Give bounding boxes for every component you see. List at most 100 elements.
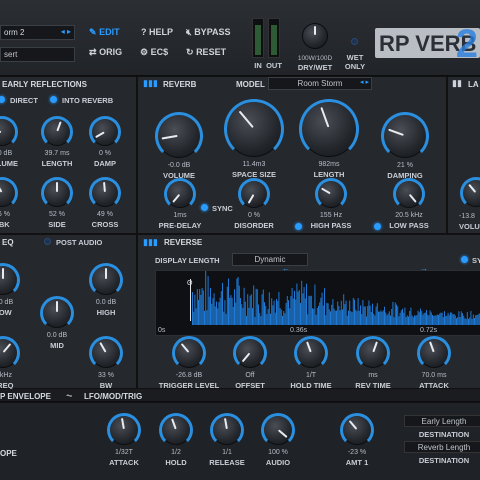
waveform-bar [192,292,193,325]
reset-button[interactable]: ↻ RESET [186,47,226,58]
drywet-label: DRY/WET [297,63,333,72]
eq-mid-knob[interactable] [40,296,74,330]
rev-time-value: ms [368,372,378,379]
waveform-bar [272,305,274,325]
late-panel [447,76,480,234]
waveform-bar [258,304,259,325]
waveform-bar [312,308,313,325]
waveform-bar [262,289,264,325]
rv-predelay-knob[interactable] [164,178,196,210]
wet-only-toggle[interactable] [351,38,358,45]
waveform-bar [271,298,273,325]
waveform-bar [448,315,450,325]
help-button[interactable]: ? HELP [141,27,173,37]
waveform-bar [423,313,425,325]
rv-damping-knob[interactable] [381,112,429,160]
post-audio-toggle[interactable] [44,238,51,245]
waveform-bar [462,313,463,325]
ecs-button[interactable]: ⚙ EC$ [140,47,168,58]
waveform-bar [452,314,454,325]
tab-envelope[interactable]: P ENVELOPE [0,392,51,401]
waveform-bar [422,314,424,325]
trigger-marker-handle-icon[interactable]: ʘ [187,280,192,287]
rv-disorder-knob[interactable] [238,178,270,210]
sync-toggle[interactable] [201,204,208,211]
rv-highpass-knob[interactable] [315,178,347,210]
destination-1[interactable]: Early Length DESTINATION [404,415,480,441]
rev-attack-knob[interactable] [417,336,451,370]
waveform-bar [453,314,455,325]
waveform-bar [430,312,432,325]
waveform-bar [210,288,211,325]
rev-offset-knob[interactable] [233,336,267,370]
model-selector[interactable]: Room Storm ◂ ▸ [268,77,372,90]
display-length-value: Dynamic [254,255,286,264]
env-hold-knob[interactable] [159,413,193,447]
lfo-amt-knob[interactable] [340,413,374,447]
bypass-button[interactable]: 🔇︎ BYPASS [186,27,231,38]
preset-sub-field[interactable]: sert [0,47,75,62]
rv-damping-knob-ring [381,112,429,160]
waveform-bar [222,282,223,325]
rv-length-knob[interactable] [299,99,359,159]
eq-low-knob[interactable] [0,263,20,297]
rv-volume-knob[interactable] [155,112,203,160]
low-pass-toggle[interactable] [374,223,381,230]
waveform-bar [436,314,438,325]
rev-trigger-knob[interactable] [172,336,206,370]
er-fbk-knob[interactable] [0,177,18,209]
env-audio-knob[interactable] [261,413,295,447]
waveform-bar [405,316,407,325]
waveform-bar [285,303,287,325]
waveform-bar [398,316,400,325]
waveform-bar [310,295,312,325]
waveform-bar [433,315,435,325]
rev-hold-knob[interactable] [294,336,328,370]
rv-space-knob[interactable] [224,99,284,159]
waveform-bar [226,286,228,325]
model-label: MODEL [236,80,265,89]
preset-arrows-icon[interactable]: ◂ ▸ [61,27,71,36]
destination-2[interactable]: Reverb Length DESTINATION [404,441,480,467]
drywet-knob[interactable] [302,23,328,49]
high-pass-toggle[interactable] [295,223,302,230]
model-arrows-icon[interactable]: ◂ ▸ [360,78,369,86]
rv-lowpass-value: 20.5 kHz [395,212,423,219]
into-reverb-radio[interactable] [50,96,57,103]
waveform-bar [228,278,229,325]
rv-lowpass-knob[interactable] [393,178,425,210]
eq-high-knob[interactable] [89,263,123,297]
waveform-bar [306,283,307,325]
er-cross-knob[interactable] [89,177,121,209]
waveform-bar [397,306,399,325]
er-cross-value: 49 % [97,211,113,218]
tab-lfo[interactable]: LFO/MOD/TRIG [84,392,142,401]
edit-button[interactable]: ✎ EDIT [89,27,120,38]
waveform-bar [322,305,324,325]
orig-button[interactable]: ⇄ ORIG [89,47,122,58]
preset-selector[interactable]: orm 2 ◂ ▸ [0,25,75,40]
waveform-bar [364,306,366,325]
waveform-bar [230,295,232,325]
env-attack-knob[interactable] [107,413,141,447]
waveform-bar [288,300,289,325]
display-length-selector[interactable]: Dynamic [232,253,308,266]
lfo-amt-label: AMT 1 [345,458,369,467]
late-volume-knob[interactable] [460,177,480,209]
waveform-bar [358,310,360,325]
er-length-knob[interactable] [41,116,73,148]
er-damp-knob[interactable] [89,116,121,148]
er-volume-knob[interactable] [0,116,18,148]
eq-bw-knob[interactable] [89,336,123,370]
rev-time-knob[interactable] [356,336,390,370]
waveform-bar [309,296,311,325]
waveform-bar [280,309,282,325]
env-release-knob[interactable] [210,413,244,447]
late-volume-value: -13.8 [459,213,475,220]
scroll-right-icon[interactable]: → [420,264,428,273]
waveform-bar [361,313,363,325]
scroll-left-icon[interactable]: ← [282,264,290,273]
reverse-sync-toggle[interactable] [461,256,468,263]
eq-freq-knob[interactable] [0,336,20,370]
er-side-knob[interactable] [41,177,73,209]
